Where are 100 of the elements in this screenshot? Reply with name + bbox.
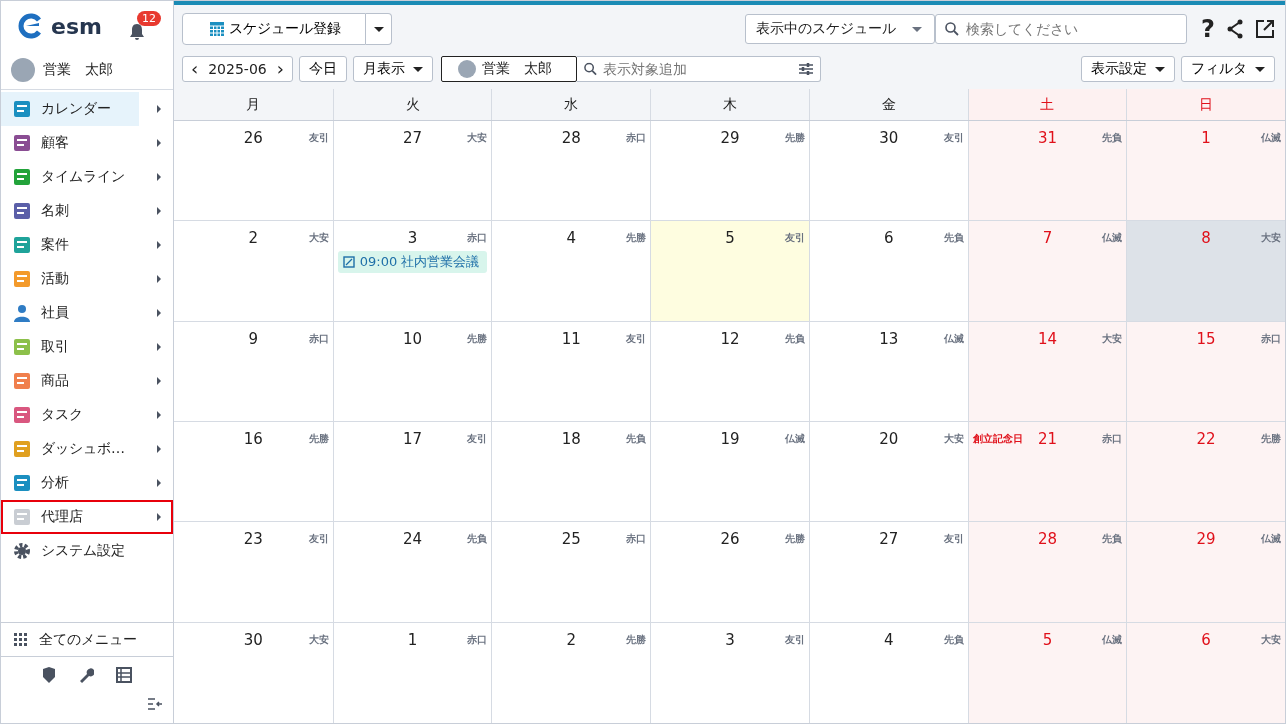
day-cell[interactable]: 4 先負 bbox=[808, 622, 968, 723]
bell-icon[interactable] bbox=[129, 23, 145, 41]
day-cell[interactable]: 20 大安 bbox=[808, 422, 968, 522]
member-search-field[interactable]: 表示対象追加 bbox=[576, 56, 821, 82]
menu-item[interactable]: 顧客 bbox=[1, 126, 173, 160]
caret-icon bbox=[157, 377, 161, 385]
day-cell[interactable]: 14 大安 bbox=[967, 321, 1127, 421]
day-cell[interactable]: 16 先勝 bbox=[174, 422, 333, 522]
rokuyo-label: 先負 bbox=[626, 432, 647, 446]
caret-icon bbox=[912, 26, 923, 32]
view-button[interactable]: 月表示 bbox=[352, 56, 433, 82]
day-number: 3 bbox=[725, 630, 735, 649]
next-icon[interactable]: › bbox=[276, 60, 284, 78]
external-link-icon[interactable] bbox=[1255, 19, 1275, 39]
rokuyo-label: 先勝 bbox=[626, 632, 647, 647]
day-cell[interactable]: 29 仏滅 bbox=[1126, 522, 1285, 622]
day-cell[interactable]: 6 大安 bbox=[1126, 622, 1285, 723]
wrench-icon[interactable] bbox=[78, 667, 94, 683]
day-cell[interactable]: 3 友引 bbox=[650, 622, 809, 723]
event-chip[interactable]: 09:00 社内営業会議 bbox=[337, 251, 488, 274]
member-chip[interactable]: 営業 太郎 bbox=[440, 56, 577, 82]
day-cell[interactable]: 1 赤口 bbox=[332, 622, 492, 723]
day-cell[interactable]: 9 赤口 bbox=[174, 321, 333, 421]
day-cell[interactable]: 12 先負 bbox=[650, 321, 809, 421]
day-number: 2 bbox=[248, 229, 259, 248]
table-icon[interactable] bbox=[116, 667, 132, 683]
day-cell[interactable]: 創立記念日 21 赤口 bbox=[967, 422, 1127, 522]
schedule-register-button[interactable]: スケジュール登録 bbox=[182, 13, 366, 45]
weekday-header: 木 bbox=[650, 89, 809, 120]
day-number: 25 bbox=[561, 530, 581, 549]
day-cell[interactable]: 23 友引 bbox=[174, 522, 333, 622]
menu-item[interactable]: 案件 bbox=[1, 228, 173, 262]
rokuyo-label: 先勝 bbox=[308, 432, 329, 446]
day-cell[interactable]: 2 大安 bbox=[174, 221, 333, 321]
day-cell[interactable]: 5 仏滅 bbox=[967, 622, 1127, 723]
menu-item[interactable]: 活動 bbox=[1, 262, 173, 296]
day-cell[interactable]: 5 友引 bbox=[650, 221, 809, 321]
day-cell[interactable]: 27 友引 bbox=[808, 522, 968, 622]
day-number: 26 bbox=[720, 530, 740, 549]
menu-item[interactable]: 代理店 bbox=[1, 500, 173, 534]
day-cell[interactable]: 18 先負 bbox=[491, 422, 651, 522]
menu-item[interactable]: 取引 bbox=[1, 330, 173, 364]
collapse-icon[interactable] bbox=[147, 697, 163, 711]
day-number: 29 bbox=[720, 129, 740, 147]
day-cell[interactable]: 17 友引 bbox=[332, 422, 492, 522]
day-cell[interactable]: 22 先勝 bbox=[1126, 422, 1285, 522]
menu-item[interactable]: システム設定 bbox=[1, 534, 173, 568]
day-cell[interactable]: 8 大安 bbox=[1126, 221, 1285, 321]
day-cell[interactable]: 25 赤口 bbox=[491, 522, 651, 622]
day-cell[interactable]: 28 先負 bbox=[967, 522, 1127, 622]
menu-item[interactable]: 社員 bbox=[1, 296, 173, 330]
menu-item[interactable]: ダッシュボ… bbox=[1, 432, 173, 466]
day-cell[interactable]: 1 仏滅 bbox=[1126, 121, 1285, 221]
day-cell[interactable]: 26 先勝 bbox=[650, 522, 809, 622]
rokuyo-label: 先負 bbox=[467, 532, 488, 547]
day-cell[interactable]: 30 友引 bbox=[808, 121, 968, 221]
search-field[interactable]: 検索してください bbox=[935, 14, 1188, 44]
menu-item[interactable]: 名刺 bbox=[1, 194, 173, 228]
menu-item[interactable]: 商品 bbox=[1, 364, 173, 398]
day-cell[interactable]: 10 先勝 bbox=[332, 321, 492, 421]
day-cell[interactable]: 27 大安 bbox=[332, 121, 492, 221]
shield-icon[interactable] bbox=[42, 667, 56, 683]
menu-item[interactable]: 分析 bbox=[1, 466, 173, 500]
caret-icon bbox=[157, 173, 161, 181]
day-cell[interactable]: 6 先負 bbox=[808, 221, 968, 321]
day-cell[interactable]: 19 仏滅 bbox=[650, 422, 809, 522]
display-settings-button[interactable]: 表示設定 bbox=[1081, 56, 1175, 82]
weekday-header: 火 bbox=[332, 89, 492, 120]
share-icon[interactable] bbox=[1225, 19, 1245, 39]
previous-icon[interactable]: ‹ bbox=[191, 60, 199, 78]
month-navigator[interactable]: ‹ 2025-06 › bbox=[182, 56, 293, 82]
event-icon bbox=[342, 256, 355, 269]
day-number: 4 bbox=[883, 630, 894, 649]
day-cell[interactable]: 26 友引 bbox=[174, 121, 333, 221]
dropdown-button[interactable] bbox=[366, 13, 392, 45]
day-number: 27 bbox=[403, 129, 423, 147]
day-cell[interactable]: 2 先勝 bbox=[491, 622, 651, 723]
day-cell[interactable]: 15 赤口 bbox=[1126, 321, 1285, 421]
rokuyo-label: 先勝 bbox=[467, 331, 488, 346]
day-cell[interactable]: 30 大安 bbox=[174, 622, 333, 723]
day-cell[interactable]: 29 先勝 bbox=[650, 121, 809, 221]
caret-icon bbox=[157, 207, 161, 215]
help-icon[interactable]: ? bbox=[1201, 15, 1215, 43]
sliders-icon[interactable] bbox=[798, 62, 813, 76]
day-cell[interactable]: 24 先負 bbox=[332, 522, 492, 622]
rokuyo-label: 先勝 bbox=[626, 231, 647, 246]
day-cell[interactable]: 13 仏滅 bbox=[808, 321, 968, 421]
day-cell[interactable]: 7 仏滅 bbox=[967, 221, 1127, 321]
menu-item[interactable]: タスク bbox=[1, 398, 173, 432]
filter-button[interactable]: フィルタ bbox=[1181, 56, 1275, 82]
menu-item[interactable]: タイムライン bbox=[1, 160, 173, 194]
menu-item[interactable]: 全てのメニュー bbox=[1, 623, 173, 657]
user-name[interactable]: 営業 太郎 bbox=[43, 61, 113, 79]
day-cell[interactable]: 28 赤口 bbox=[491, 121, 651, 221]
day-number: 16 bbox=[243, 430, 263, 448]
day-cell[interactable]: 31 先負 bbox=[967, 121, 1127, 221]
day-cell[interactable]: 3 赤口 09:00 社内営業会議 bbox=[332, 221, 492, 321]
day-cell[interactable]: 11 友引 bbox=[491, 321, 651, 421]
today-button[interactable]: 今日 bbox=[298, 56, 347, 82]
schedule-select[interactable]: 表示中のスケジュール bbox=[745, 14, 936, 44]
